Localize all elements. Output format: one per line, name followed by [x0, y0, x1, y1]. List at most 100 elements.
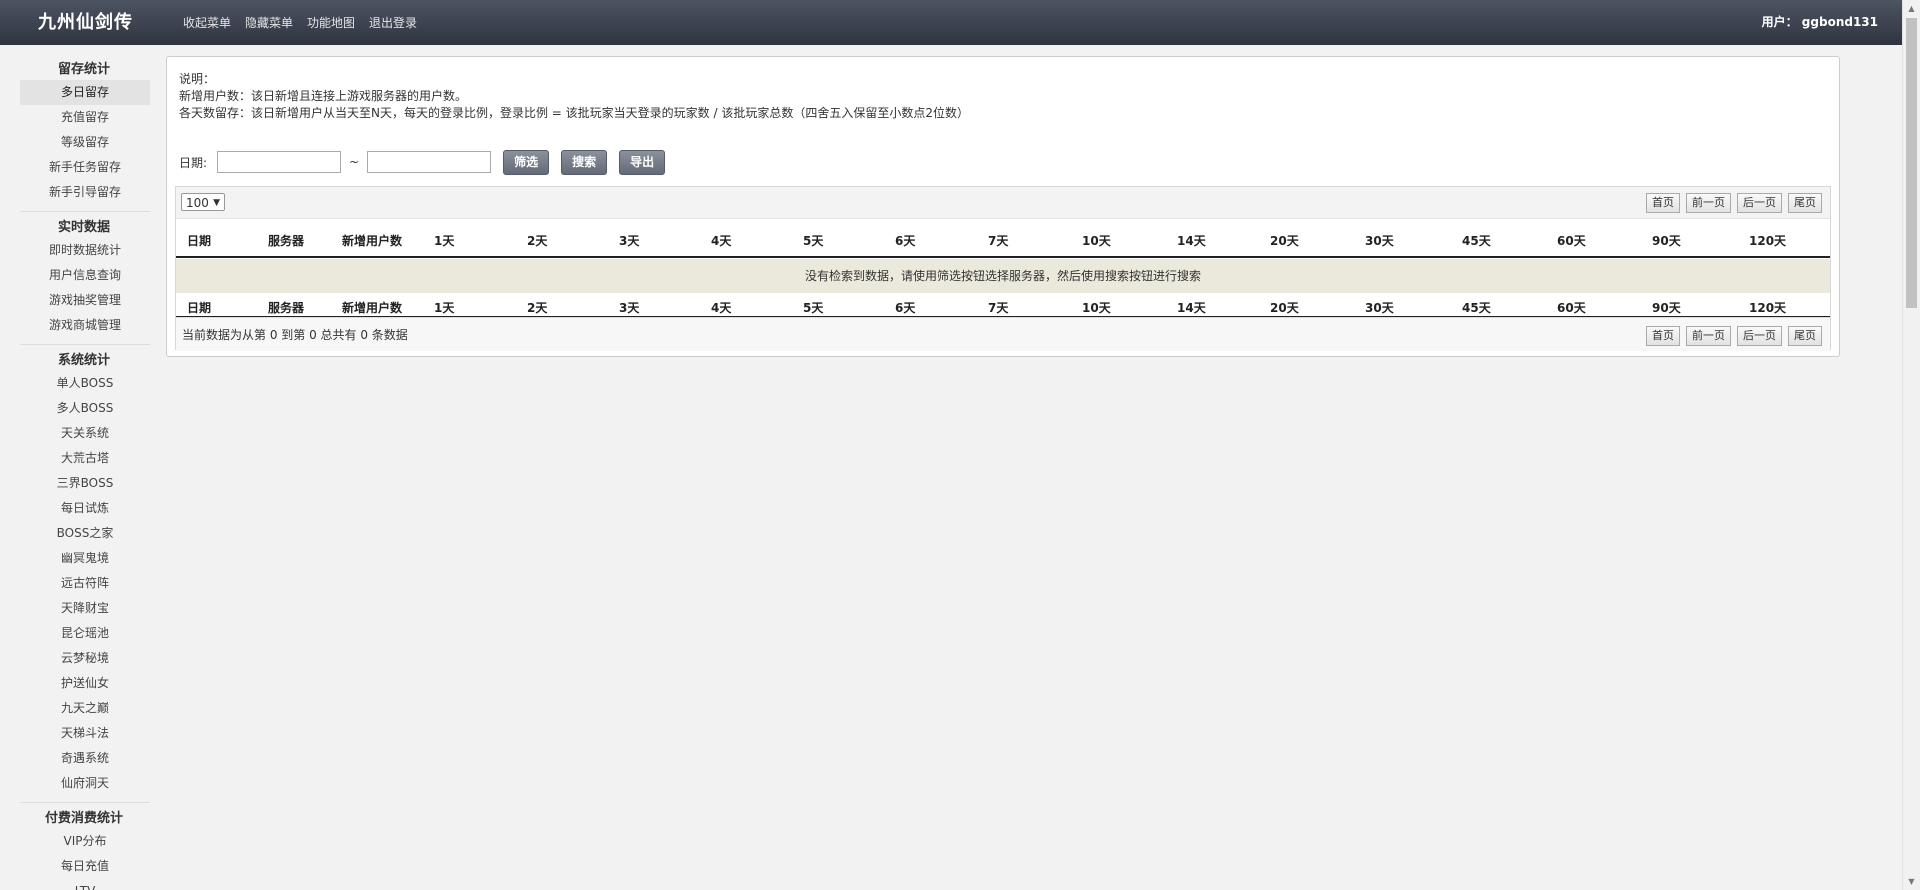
sidebar-item[interactable]: 幽冥鬼境 — [20, 546, 150, 571]
description-retention: 各天数留存：该日新增用户从当天至N天，每天的登录比例，登录比例 = 该批玩家当天… — [179, 106, 969, 120]
sidebar-group-title: 系统统计 — [57, 353, 110, 368]
column-header: 30天 — [1365, 301, 1394, 315]
sidebar-item[interactable]: 仙府洞天 — [20, 771, 150, 796]
start-date-input[interactable] — [217, 151, 342, 173]
sidebar-item[interactable]: 大荒古塔 — [20, 446, 150, 471]
column-header[interactable]: 90天 — [1652, 232, 1681, 249]
last-page-button[interactable]: 尾页 — [1788, 326, 1822, 346]
column-header[interactable]: 7天 — [988, 232, 1008, 249]
page-scrollbar[interactable]: ▲ ▼ — [1902, 0, 1920, 890]
sidebar-item[interactable]: 奇遇系统 — [20, 746, 150, 771]
search-button[interactable]: 搜索 — [561, 149, 608, 175]
function-map-link[interactable]: 功能地图 — [307, 14, 355, 31]
description: 说明： 新增用户数：该日新增且连接上游戏服务器的用户数。 各天数留存：该日新增用… — [179, 71, 969, 122]
description-new-users: 新增用户数：该日新增且连接上游戏服务器的用户数。 — [179, 89, 468, 103]
column-header: 2天 — [527, 301, 548, 315]
sidebar-item[interactable]: 游戏商城管理 — [20, 313, 150, 338]
sidebar-item[interactable]: 等级留存 — [20, 130, 150, 155]
sidebar-group-title: 付费消费统计 — [44, 811, 123, 826]
column-header[interactable]: 45天 — [1462, 232, 1491, 249]
sidebar-item[interactable]: 新手任务留存 — [20, 155, 150, 180]
sidebar-divider — [20, 344, 150, 345]
column-header[interactable]: 4天 — [711, 232, 731, 249]
table-info: 当前数据为从第 0 到第 0 总共有 0 条数据 — [182, 328, 408, 342]
scroll-down-icon[interactable]: ▼ — [1903, 873, 1920, 890]
user-info: 用户： ggbond131 — [1761, 15, 1878, 29]
column-header[interactable]: 14天 — [1177, 232, 1206, 249]
hide-menu-link[interactable]: 隐藏菜单 — [245, 14, 293, 31]
sidebar-item[interactable]: 多日留存 — [20, 80, 150, 105]
prev-page-button[interactable]: 前一页 — [1686, 326, 1731, 346]
date-separator: ~ — [349, 155, 360, 169]
sidebar-group: 留存统计多日留存 充值留存 等级留存 新手任务留存 新手引导留存 — [0, 60, 160, 205]
scroll-up-icon[interactable]: ▲ — [1903, 0, 1920, 17]
first-page-button[interactable]: 首页 — [1646, 193, 1680, 213]
prev-page-button[interactable]: 前一页 — [1686, 193, 1731, 213]
sidebar-item[interactable]: 用户信息查询 — [20, 263, 150, 288]
column-header: 90天 — [1652, 301, 1681, 315]
sidebar-item[interactable]: 九天之巅 — [20, 696, 150, 721]
last-page-button[interactable]: 尾页 — [1788, 193, 1822, 213]
column-header[interactable]: 3天 — [619, 232, 639, 249]
date-label: 日期: — [179, 155, 208, 170]
export-button[interactable]: 导出 — [619, 149, 666, 175]
sidebar-item[interactable]: 每日充值 — [20, 854, 150, 879]
sidebar-divider — [20, 211, 150, 212]
dropdown-arrow-icon: ▼ — [213, 198, 220, 208]
column-header[interactable]: 2天 — [527, 232, 547, 249]
column-header: 4天 — [711, 301, 732, 315]
sidebar-item[interactable]: 游戏抽奖管理 — [20, 288, 150, 313]
logout-link[interactable]: 退出登录 — [369, 14, 417, 31]
sidebar-item[interactable]: 新手引导留存 — [20, 180, 150, 205]
scroll-thumb[interactable] — [1906, 18, 1917, 308]
end-date-input[interactable] — [367, 151, 492, 173]
page-size-select[interactable]: 100 ▼ — [181, 193, 225, 211]
sidebar-item[interactable]: 单人BOSS — [20, 371, 150, 396]
main-panel: 说明： 新增用户数：该日新增且连接上游戏服务器的用户数。 各天数留存：该日新增用… — [166, 56, 1840, 357]
sidebar-item[interactable]: 护送仙女 — [20, 671, 150, 696]
sidebar-group-title: 留存统计 — [57, 62, 110, 77]
sidebar-item[interactable]: 天梯斗法 — [20, 721, 150, 746]
sidebar-item[interactable]: 天降财宝 — [20, 596, 150, 621]
description-heading: 说明： — [179, 72, 216, 86]
sidebar-item[interactable]: 即时数据统计 — [20, 238, 150, 263]
column-header[interactable]: 5天 — [803, 232, 823, 249]
column-header[interactable]: 120天 — [1749, 232, 1786, 249]
column-header[interactable]: 6天 — [895, 232, 915, 249]
data-table: 100 ▼ 首页 前一页 后一页 尾页 日期 服务器 新增用户数 1天 2天 3天 4天 5天… — [175, 186, 1831, 351]
column-header: 45天 — [1462, 301, 1491, 315]
next-page-button[interactable]: 后一页 — [1737, 326, 1782, 346]
column-header[interactable]: 60天 — [1557, 232, 1586, 249]
collapse-menu-link[interactable]: 收起菜单 — [183, 14, 231, 31]
filter-bar: 日期: ~ 筛选 搜索 导出 — [179, 149, 666, 175]
column-header[interactable]: 服务器 — [268, 232, 304, 249]
empty-row: 没有检索到数据，请使用筛选按钮选择服务器，然后使用搜索按钮进行搜索 — [176, 259, 1830, 293]
column-header[interactable]: 新增用户数 — [342, 232, 402, 249]
table-toolbar-top: 100 ▼ 首页 前一页 后一页 尾页 — [176, 187, 1830, 219]
filter-button[interactable]: 筛选 — [503, 149, 550, 175]
sidebar-item[interactable]: 云梦秘境 — [20, 646, 150, 671]
sidebar-item[interactable]: BOSS之家 — [20, 521, 150, 546]
sidebar-item[interactable]: 每日试炼 — [20, 496, 150, 521]
column-header[interactable]: 30天 — [1365, 232, 1394, 249]
sidebar-item[interactable]: LTV — [20, 879, 150, 890]
column-header: 10天 — [1082, 301, 1111, 315]
column-header: 14天 — [1177, 301, 1206, 315]
top-header: 九州仙剑传 收起菜单 隐藏菜单 功能地图 退出登录 用户： ggbond131 — [0, 0, 1920, 45]
column-header: 1天 — [434, 301, 455, 315]
sidebar-item[interactable]: 昆仑瑶池 — [20, 621, 150, 646]
column-header[interactable]: 20天 — [1270, 232, 1299, 249]
sidebar-item[interactable]: 多人BOSS — [20, 396, 150, 421]
sidebar-item[interactable]: 充值留存 — [20, 105, 150, 130]
column-header: 服务器 — [268, 301, 305, 315]
sidebar-item[interactable]: 三界BOSS — [20, 471, 150, 496]
column-header: 日期 — [187, 301, 212, 315]
next-page-button[interactable]: 后一页 — [1737, 193, 1782, 213]
sidebar-item[interactable]: 远古符阵 — [20, 571, 150, 596]
column-header[interactable]: 1天 — [434, 232, 454, 249]
first-page-button[interactable]: 首页 — [1646, 326, 1680, 346]
sidebar-item[interactable]: VIP分布 — [20, 829, 150, 854]
column-header[interactable]: 日期 — [187, 232, 211, 249]
sidebar-item[interactable]: 天关系统 — [20, 421, 150, 446]
column-header[interactable]: 10天 — [1082, 232, 1111, 249]
